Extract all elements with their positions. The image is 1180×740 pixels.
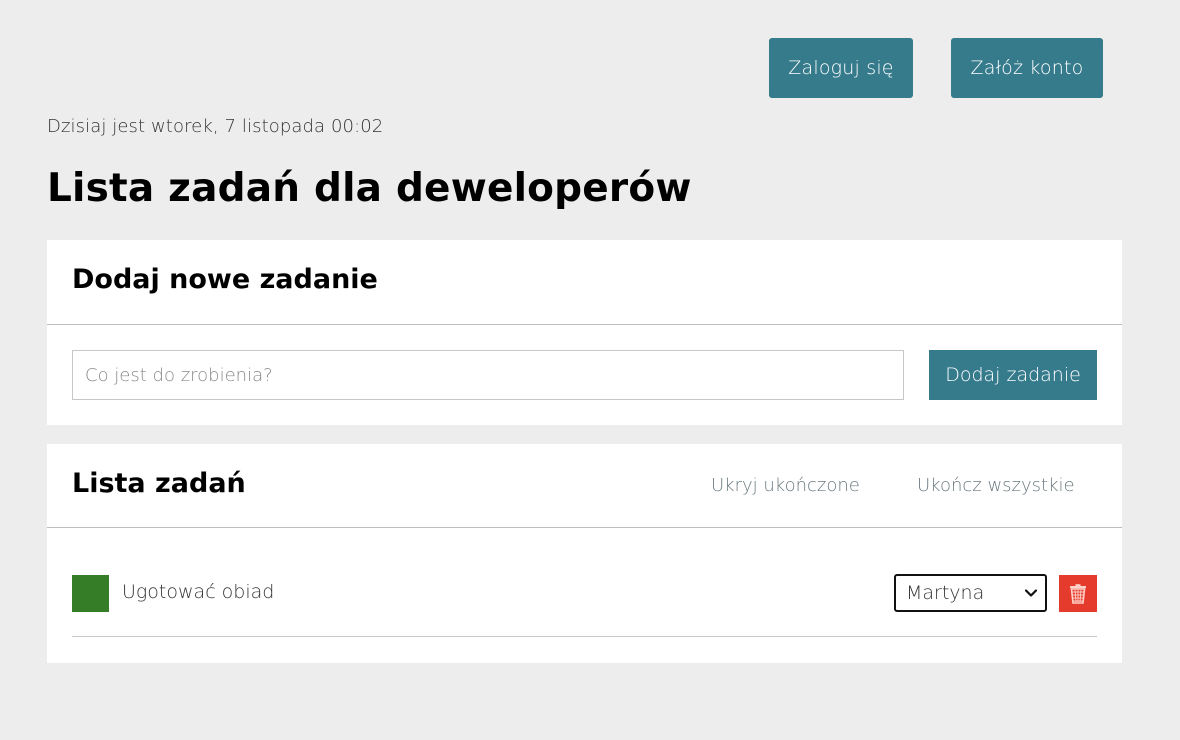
page-title: Lista zadań dla deweloperów	[47, 166, 692, 211]
assignee-select[interactable]: Martyna	[894, 574, 1047, 612]
add-task-button[interactable]: Dodaj zadanie	[929, 350, 1097, 400]
trash-icon	[1070, 583, 1086, 604]
hide-completed-link[interactable]: Ukryj ukończone	[711, 475, 860, 496]
add-task-card: Dodaj nowe zadanie Dodaj zadanie	[47, 240, 1122, 425]
register-button[interactable]: Załóż konto	[951, 38, 1103, 98]
delete-task-button[interactable]	[1059, 575, 1097, 612]
task-list-header: Lista zadań Ukryj ukończone Ukończ wszys…	[47, 444, 1122, 528]
add-task-header: Dodaj nowe zadanie	[47, 240, 1122, 325]
task-list-title: Lista zadań	[72, 468, 246, 499]
task-row: Ugotować obiad Martyna	[72, 555, 1097, 637]
assignee-value: Martyna	[906, 582, 985, 604]
checkbox-icon[interactable]	[72, 575, 109, 612]
task-list-card: Lista zadań Ukryj ukończone Ukończ wszys…	[47, 444, 1122, 663]
add-task-title: Dodaj nowe zadanie	[72, 264, 378, 295]
new-task-input[interactable]	[72, 350, 904, 400]
page: Zaloguj się Załóż konto Dzisiaj jest wto…	[0, 0, 1180, 740]
chevron-down-icon	[1024, 589, 1038, 597]
complete-all-link[interactable]: Ukończ wszystkie	[917, 475, 1075, 496]
task-label: Ugotować obiad	[122, 581, 275, 603]
current-date: Dzisiaj jest wtorek, 7 listopada 00:02	[47, 116, 384, 137]
login-button[interactable]: Zaloguj się	[769, 38, 913, 98]
